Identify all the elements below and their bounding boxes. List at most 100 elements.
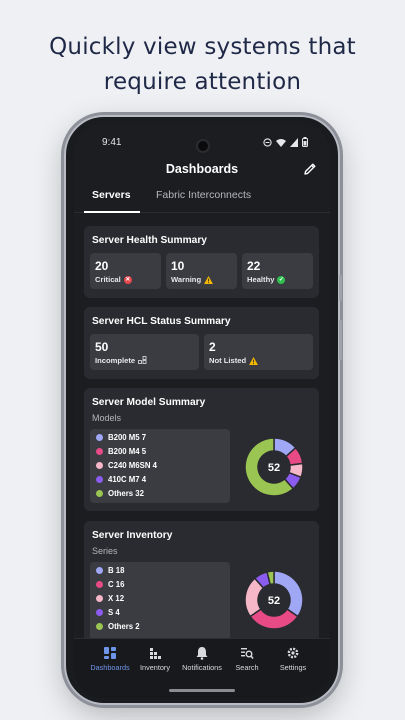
front-camera [196, 139, 210, 153]
incomplete-label: Incomplete [95, 356, 136, 365]
check-icon: ✓ [277, 275, 286, 284]
series-donut-chart[interactable]: 52 [243, 569, 305, 631]
legend-item[interactable]: B200 M4 5 [96, 447, 146, 456]
legend-label: B200 M4 5 [108, 447, 147, 456]
not-listed-tile[interactable]: 2 Not Listed [204, 334, 313, 370]
wifi-icon [276, 138, 286, 147]
status-icons [263, 137, 308, 147]
legend-item[interactable]: B200 M5 7 [96, 433, 146, 442]
incomplete-tile[interactable]: 50 Incomplete [90, 334, 199, 370]
legend-item[interactable]: C240 M6SN 4 [96, 461, 157, 470]
legend-item[interactable]: 410C M7 4 [96, 475, 146, 484]
headline-line-1: Quickly view systems that [49, 34, 356, 60]
page-title: Dashboards [165, 162, 239, 176]
battery-icon [302, 137, 308, 147]
tab-fabric-interconnects[interactable]: Fabric Interconnects [156, 189, 251, 201]
legend-label: C 16 [108, 580, 125, 589]
tab-bar: Servers Fabric Interconnects [74, 185, 330, 213]
dashboard-scroll-area[interactable]: Server Health Summary 20 Critical ✕ 10 W… [74, 215, 330, 638]
warning-icon [249, 356, 259, 365]
legend-label: S 4 [108, 608, 120, 617]
critical-label-row: Critical ✕ [95, 275, 132, 284]
nav-label: Dashboards [90, 663, 130, 672]
not-listed-label: Not Listed [209, 356, 247, 365]
legend-dot [96, 623, 103, 630]
nav-settings[interactable]: Settings [268, 646, 318, 672]
incomplete-label-row: Incomplete [95, 356, 147, 365]
donut-center-total: 52 [268, 595, 280, 607]
critical-label: Critical [95, 275, 121, 284]
legend-dot [96, 462, 103, 469]
healthy-count: 22 [247, 259, 261, 273]
legend-dot [96, 476, 103, 483]
error-icon: ✕ [123, 275, 132, 284]
legend-label: B200 M5 7 [108, 433, 147, 442]
edit-pencil-icon[interactable] [302, 161, 318, 177]
card-title: Server HCL Status Summary [92, 316, 231, 327]
nav-label: Search [235, 663, 259, 672]
home-gesture-bar[interactable] [169, 689, 235, 692]
healthy-tile[interactable]: 22 Healthy ✓ [242, 253, 313, 289]
legend-dot [96, 567, 103, 574]
legend-item[interactable]: S 4 [96, 608, 120, 617]
warning-tile[interactable]: 10 Warning [166, 253, 237, 289]
power-button [339, 320, 342, 360]
warning-label: Warning [171, 275, 202, 284]
not-listed-label-row: Not Listed [209, 356, 259, 365]
incomplete-icon [138, 356, 147, 364]
donut-center-total: 52 [268, 462, 280, 474]
not-listed-count: 2 [209, 340, 216, 354]
nav-inventory[interactable]: Inventory [130, 646, 180, 672]
series-legend: B 18 C 16 X 12 S 4 Others 2 [90, 562, 230, 638]
dnd-icon [263, 137, 272, 147]
legend-item[interactable]: X 12 [96, 594, 124, 603]
card-title: Server Health Summary [92, 235, 207, 246]
legend-dot [96, 434, 103, 441]
headline-line-2: require attention [103, 69, 302, 95]
legend-label: Others 32 [108, 489, 144, 498]
volume-button [339, 275, 342, 301]
tab-servers[interactable]: Servers [92, 189, 131, 201]
legend-item[interactable]: B 18 [96, 566, 124, 575]
legend-item[interactable]: C 16 [96, 580, 124, 589]
nav-label: Inventory [139, 663, 170, 672]
legend-dot [96, 448, 103, 455]
signal-icon [290, 137, 298, 147]
critical-count: 20 [95, 259, 109, 273]
legend-label: Others 2 [108, 622, 140, 631]
dashboard-icon [104, 647, 116, 659]
search-icon [241, 648, 254, 659]
gear-icon [287, 647, 299, 659]
warning-count: 10 [171, 259, 185, 273]
warning-icon [204, 275, 214, 284]
legend-dot [96, 595, 103, 602]
status-time: 9:41 [102, 137, 122, 148]
nav-dashboards[interactable]: Dashboards [85, 646, 135, 672]
healthy-label-row: Healthy ✓ [247, 275, 286, 284]
card-subtitle: Series [92, 546, 118, 556]
nav-search[interactable]: Search [222, 646, 272, 672]
incomplete-count: 50 [95, 340, 109, 354]
bottom-navigation: Dashboards Inventory Notifications Searc… [74, 638, 330, 698]
legend-item[interactable]: Others 32 [96, 489, 144, 498]
legend-label: B 18 [108, 566, 125, 575]
healthy-label: Healthy [247, 275, 275, 284]
card-title: Server Model Summary [92, 397, 206, 408]
legend-label: X 12 [108, 594, 125, 603]
server-model-summary-card[interactable]: Server Model Summary Models B200 M5 7 B2… [84, 388, 319, 511]
legend-item[interactable]: Others 2 [96, 622, 140, 631]
model-legend: B200 M5 7 B200 M4 5 C240 M6SN 4 410C M7 … [90, 429, 230, 503]
legend-label: C240 M6SN 4 [108, 461, 157, 470]
nav-label: Notifications [182, 663, 222, 672]
nav-label: Settings [279, 663, 307, 672]
card-subtitle: Models [92, 413, 122, 423]
nav-notifications[interactable]: Notifications [177, 646, 227, 672]
model-donut-chart[interactable]: 52 [243, 436, 305, 498]
server-hcl-status-card[interactable]: Server HCL Status Summary 50 Incomplete … [84, 307, 319, 379]
legend-dot [96, 609, 103, 616]
critical-tile[interactable]: 20 Critical ✕ [90, 253, 161, 289]
bell-icon [196, 647, 208, 660]
server-health-summary-card[interactable]: Server Health Summary 20 Critical ✕ 10 W… [84, 226, 319, 298]
inventory-icon [150, 648, 161, 659]
server-inventory-card[interactable]: Server Inventory Series B 18 C 16 X 12 S… [84, 521, 319, 638]
